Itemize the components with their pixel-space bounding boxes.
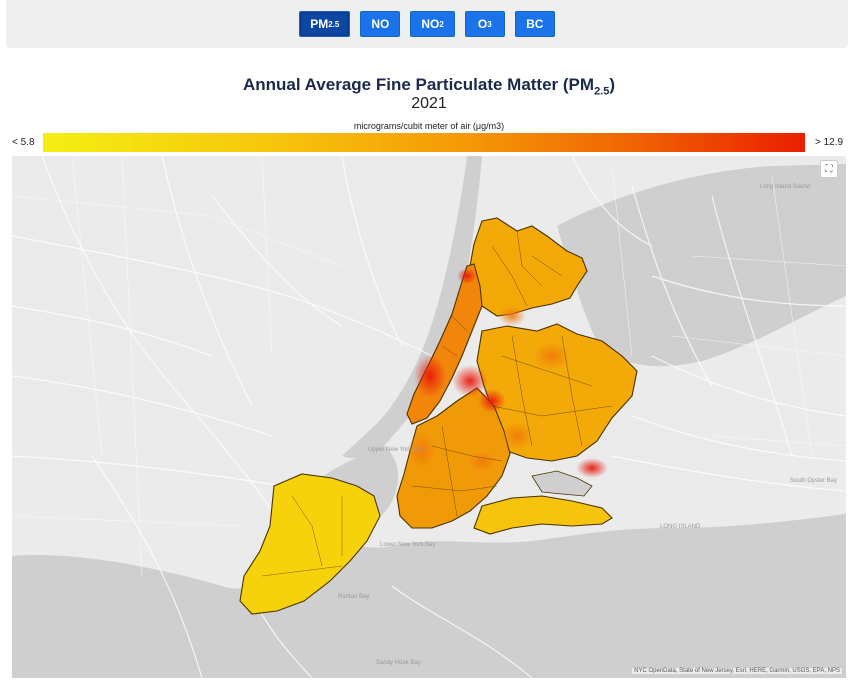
no-button[interactable]: NO xyxy=(360,11,401,37)
o3-button[interactable]: O3 xyxy=(464,11,505,37)
pm25-button-subscript: 2.5 xyxy=(328,19,340,29)
map-title-close: ) xyxy=(609,75,616,94)
legend-max-label: > 12.9 xyxy=(815,137,844,148)
no2-button-subscript: 2 xyxy=(439,19,444,29)
map-canvas[interactable]: Long Island Sound Upper New York Bay Low… xyxy=(12,156,846,678)
no-button-label: NO xyxy=(371,17,390,31)
fullscreen-icon[interactable]: ⛶ xyxy=(820,160,838,178)
label-upper-new-york-bay: Upper New York Bay xyxy=(368,447,423,453)
label-lower-new-york-bay: Lower New York Bay xyxy=(380,542,435,548)
no2-button[interactable]: NO 2 xyxy=(410,11,455,37)
no2-button-label: NO xyxy=(421,17,440,31)
legend-min-label: < 5.8 xyxy=(12,137,35,148)
map-view[interactable]: Long Island Sound Upper New York Bay Low… xyxy=(12,156,846,678)
o3-button-subscript: 3 xyxy=(487,19,492,29)
pollutant-toolbar: PM 2.5 NO NO 2 O3 BC xyxy=(6,0,848,48)
pm25-button[interactable]: PM 2.5 xyxy=(299,11,351,37)
legend-color-ramp xyxy=(43,133,805,152)
label-south-oyster-bay: South Oyster Bay xyxy=(790,478,837,484)
bc-button[interactable]: BC xyxy=(514,11,555,37)
map-attribution: NYC OpenData, State of New Jersey, Esri,… xyxy=(632,668,842,674)
legend-units: micrograms/cubit meter of air (μg/m3) xyxy=(353,121,505,131)
map-year: 2021 xyxy=(411,95,447,112)
label-sandy-hook-bay: Sandy Hook Bay xyxy=(376,660,421,666)
label-raritan-bay: Raritan Bay xyxy=(338,594,369,600)
map-title-text: Annual Average Fine Particulate Matter (… xyxy=(242,75,595,94)
bc-button-label: BC xyxy=(526,17,544,31)
o3-button-label: O xyxy=(477,17,488,31)
label-long-island: LONG ISLAND xyxy=(660,524,701,530)
pm25-button-label: PM xyxy=(310,17,329,31)
label-long-island-sound: Long Island Sound xyxy=(760,184,810,190)
